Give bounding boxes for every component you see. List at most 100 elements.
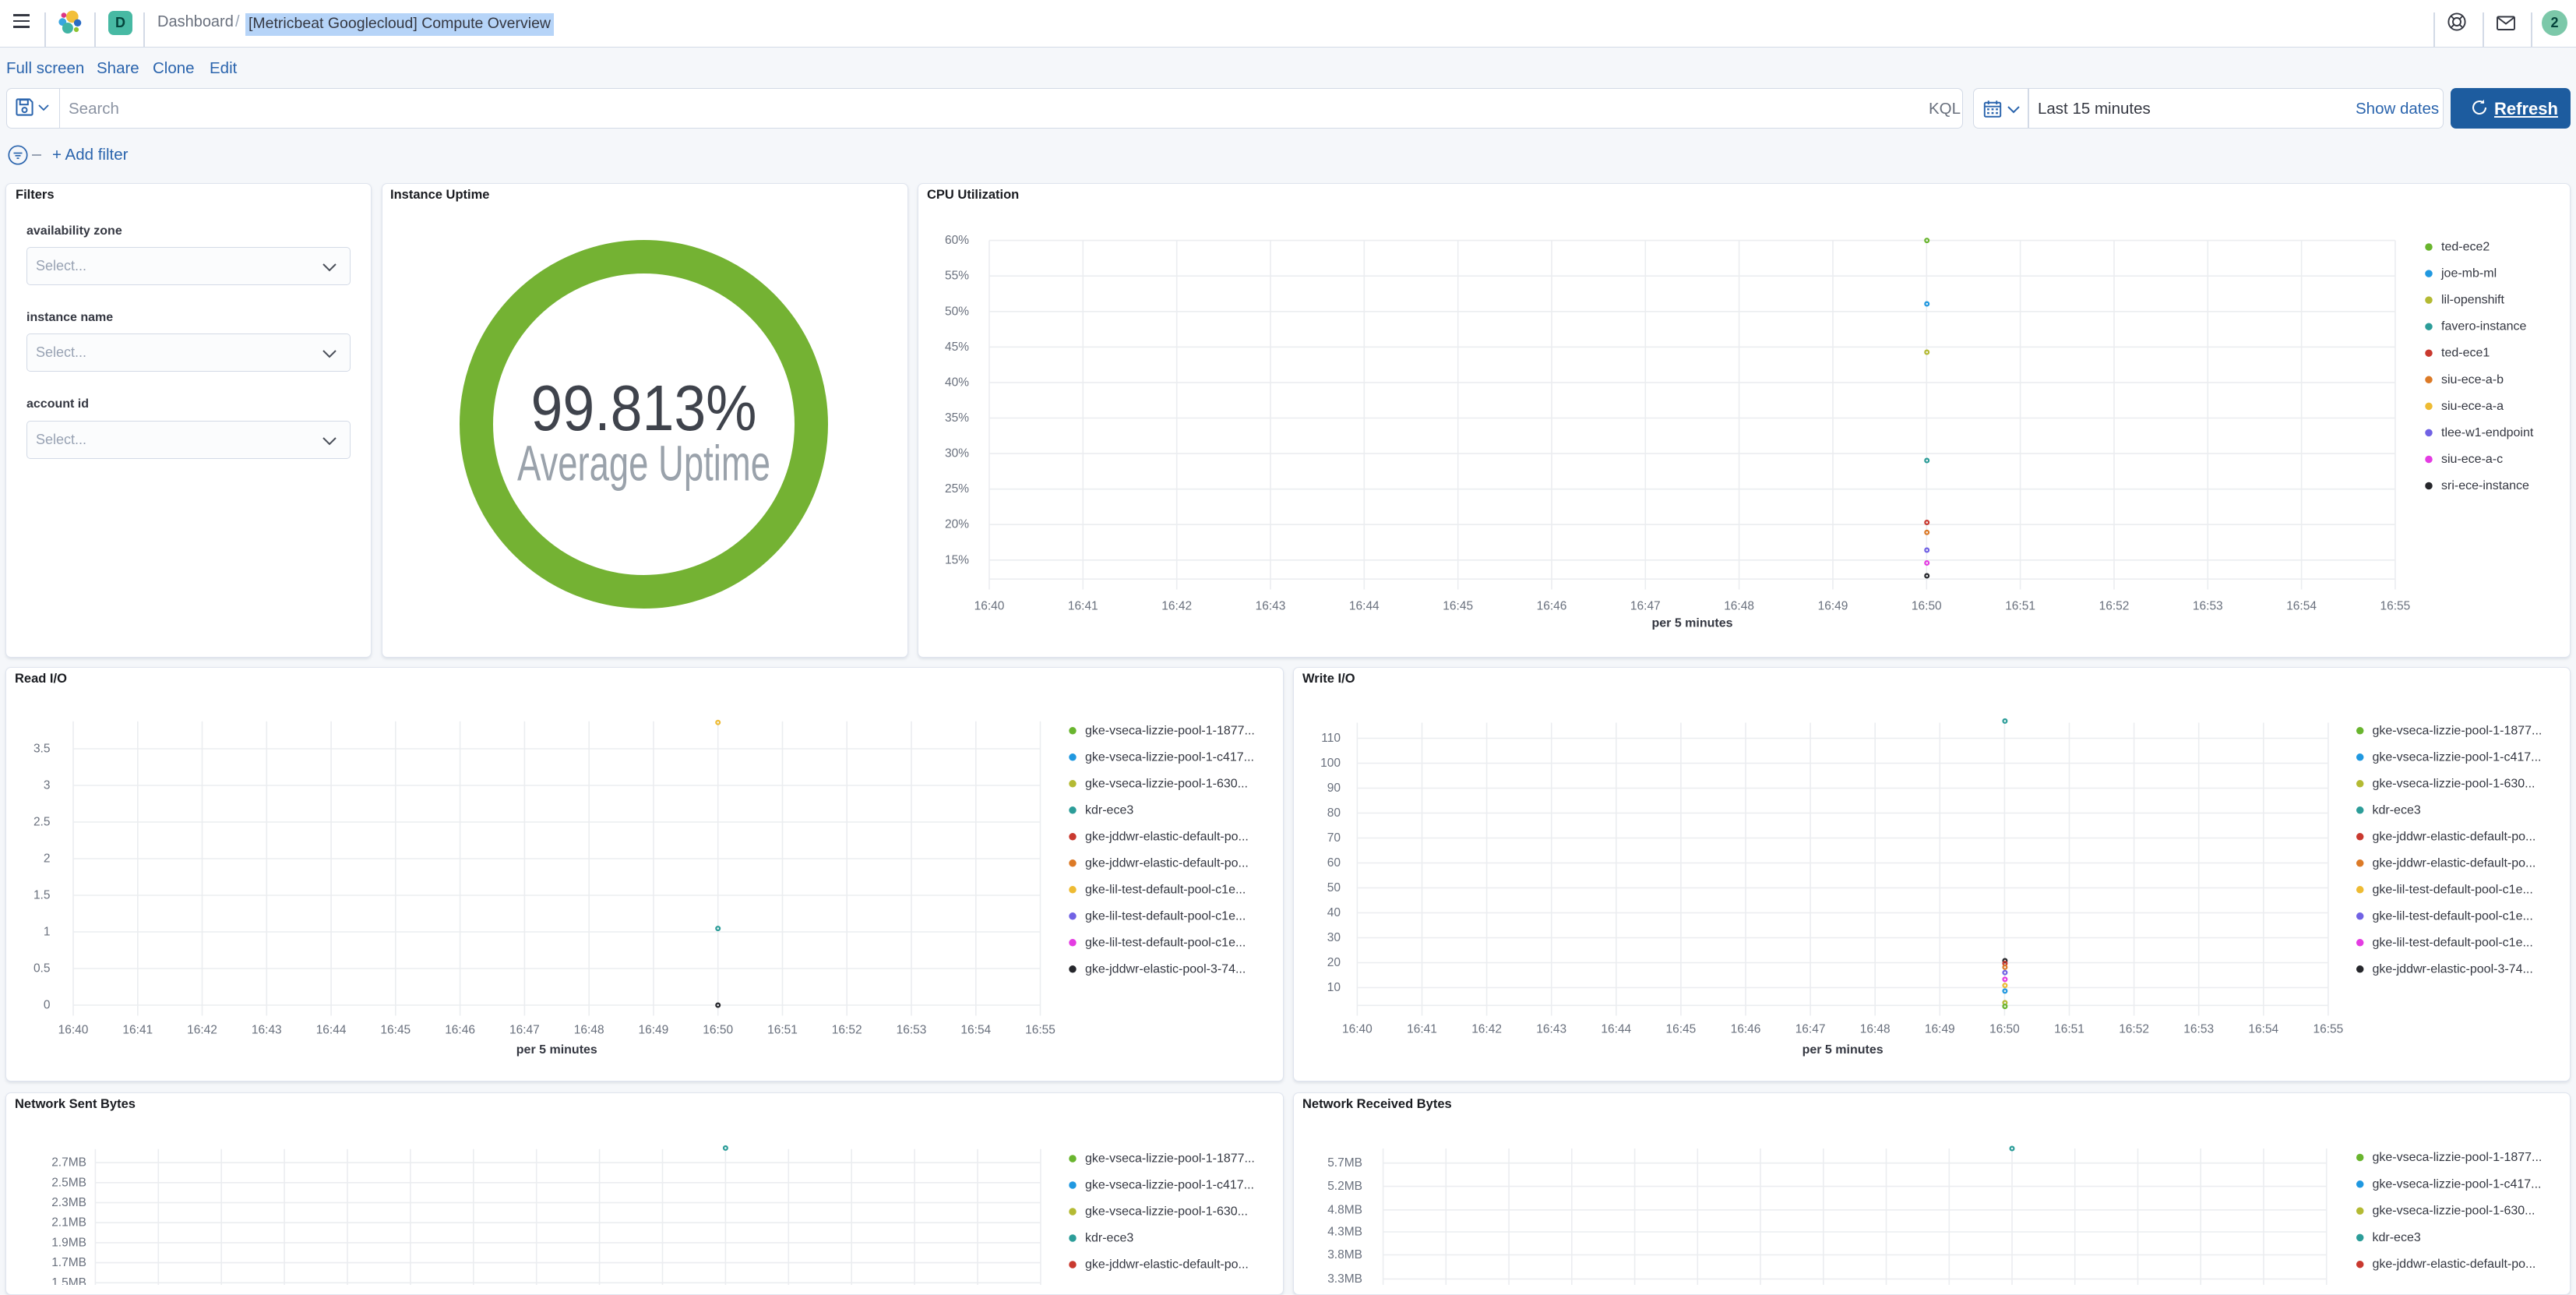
svg-text:16:48: 16:48 <box>574 1024 604 1037</box>
svg-text:100: 100 <box>1320 757 1341 770</box>
svg-text:5.7MB: 5.7MB <box>1327 1156 1362 1170</box>
svg-text:favero-instance: favero-instance <box>2441 320 2526 333</box>
svg-text:16:52: 16:52 <box>2099 600 2130 613</box>
svg-text:35%: 35% <box>945 411 969 425</box>
svg-text:16:41: 16:41 <box>1407 1023 1437 1036</box>
svg-text:kdr-ece3: kdr-ece3 <box>2373 803 2421 817</box>
svg-text:5.2MB: 5.2MB <box>1327 1180 1362 1193</box>
svg-text:80: 80 <box>1327 806 1341 820</box>
svg-text:16:40: 16:40 <box>1342 1023 1373 1036</box>
svg-text:gke-jddwr-elastic-default-po..: gke-jddwr-elastic-default-po... <box>1085 830 1249 843</box>
svg-text:16:51: 16:51 <box>2054 1023 2084 1036</box>
svg-text:2.5MB: 2.5MB <box>51 1176 86 1189</box>
svg-text:ted-ece1: ted-ece1 <box>2441 347 2490 360</box>
svg-text:16:52: 16:52 <box>2119 1023 2149 1036</box>
svg-text:2.5: 2.5 <box>33 816 51 829</box>
svg-text:110: 110 <box>1321 732 1341 745</box>
svg-text:2.1MB: 2.1MB <box>51 1216 86 1230</box>
svg-text:16:43: 16:43 <box>1256 600 1286 613</box>
svg-text:16:40: 16:40 <box>974 600 1005 613</box>
svg-text:Average Uptime: Average Uptime <box>517 436 770 492</box>
svg-text:joe-mb-ml: joe-mb-ml <box>2440 267 2497 281</box>
svg-text:0.5: 0.5 <box>33 962 51 976</box>
svg-text:2.3MB: 2.3MB <box>51 1196 86 1209</box>
svg-text:gke-jddwr-elastic-default-po..: gke-jddwr-elastic-default-po... <box>2373 1258 2536 1271</box>
svg-text:siu-ece-a-b: siu-ece-a-b <box>2441 373 2504 386</box>
svg-text:gke-jddwr-elastic-pool-3-74...: gke-jddwr-elastic-pool-3-74... <box>2373 962 2533 976</box>
svg-text:16:54: 16:54 <box>2248 1023 2278 1036</box>
svg-text:16:45: 16:45 <box>380 1024 411 1037</box>
svg-text:gke-vseca-lizzie-pool-1-c417..: gke-vseca-lizzie-pool-1-c417... <box>1085 750 1254 764</box>
svg-text:gke-vseca-lizzie-pool-1-c417..: gke-vseca-lizzie-pool-1-c417... <box>2373 750 2542 764</box>
svg-text:16:52: 16:52 <box>832 1024 862 1037</box>
svg-text:16:50: 16:50 <box>1989 1023 2020 1036</box>
svg-text:16:50: 16:50 <box>1912 600 1942 613</box>
svg-text:16:41: 16:41 <box>1068 600 1098 613</box>
svg-text:16:43: 16:43 <box>1536 1023 1566 1036</box>
svg-text:20%: 20% <box>945 518 969 531</box>
svg-text:70: 70 <box>1327 831 1341 845</box>
svg-text:16:55: 16:55 <box>2313 1023 2344 1036</box>
svg-text:per 5 minutes: per 5 minutes <box>516 1043 597 1057</box>
svg-text:gke-lil-test-default-pool-c1e.: gke-lil-test-default-pool-c1e... <box>2373 909 2533 923</box>
svg-text:gke-jddwr-elastic-default-po..: gke-jddwr-elastic-default-po... <box>1085 856 1249 870</box>
svg-text:45%: 45% <box>945 341 969 354</box>
svg-text:gke-jddwr-elastic-default-po..: gke-jddwr-elastic-default-po... <box>1085 1258 1249 1272</box>
svg-text:16:53: 16:53 <box>2183 1023 2214 1036</box>
svg-text:60%: 60% <box>945 234 969 247</box>
svg-text:16:40: 16:40 <box>58 1024 89 1037</box>
svg-text:40: 40 <box>1327 906 1341 919</box>
svg-text:16:45: 16:45 <box>1666 1023 1697 1036</box>
svg-text:16:47: 16:47 <box>1795 1023 1826 1036</box>
svg-text:16:42: 16:42 <box>1471 1023 1502 1036</box>
svg-text:16:50: 16:50 <box>703 1024 733 1037</box>
svg-text:3.8MB: 3.8MB <box>1327 1248 1362 1261</box>
svg-text:gke-lil-test-default-pool-c1e.: gke-lil-test-default-pool-c1e... <box>1085 936 1246 949</box>
svg-text:16:55: 16:55 <box>1025 1024 1055 1037</box>
svg-text:16:51: 16:51 <box>767 1024 798 1037</box>
svg-text:30: 30 <box>1327 931 1341 944</box>
svg-text:3.5: 3.5 <box>33 743 51 756</box>
svg-text:16:46: 16:46 <box>1731 1023 1761 1036</box>
svg-text:gke-vseca-lizzie-pool-1-630...: gke-vseca-lizzie-pool-1-630... <box>2373 1205 2535 1218</box>
svg-text:16:44: 16:44 <box>1349 600 1380 613</box>
svg-text:tlee-w1-endpoint: tlee-w1-endpoint <box>2441 426 2534 439</box>
svg-text:16:42: 16:42 <box>187 1024 217 1037</box>
svg-text:gke-vseca-lizzie-pool-1-1877..: gke-vseca-lizzie-pool-1-1877... <box>1085 724 1255 737</box>
svg-text:per 5 minutes: per 5 minutes <box>1651 617 1732 630</box>
svg-text:16:48: 16:48 <box>1860 1023 1891 1036</box>
svg-text:50%: 50% <box>945 305 969 318</box>
svg-text:30%: 30% <box>945 447 969 460</box>
svg-text:gke-vseca-lizzie-pool-1-c417..: gke-vseca-lizzie-pool-1-c417... <box>2373 1177 2542 1191</box>
svg-text:3.3MB: 3.3MB <box>1327 1272 1362 1285</box>
svg-text:16:51: 16:51 <box>2005 600 2035 613</box>
svg-text:10: 10 <box>1327 981 1341 994</box>
svg-text:1.5MB: 1.5MB <box>51 1276 86 1285</box>
svg-text:gke-vseca-lizzie-pool-1-1877..: gke-vseca-lizzie-pool-1-1877... <box>2373 1151 2543 1164</box>
svg-text:16:43: 16:43 <box>252 1024 282 1037</box>
svg-text:sri-ece-instance: sri-ece-instance <box>2441 479 2529 492</box>
svg-text:siu-ece-a-a: siu-ece-a-a <box>2441 400 2504 413</box>
svg-text:per 5 minutes: per 5 minutes <box>1802 1043 1884 1057</box>
svg-text:1: 1 <box>44 926 51 939</box>
svg-text:16:48: 16:48 <box>1724 600 1754 613</box>
svg-text:16:44: 16:44 <box>316 1024 347 1037</box>
svg-text:16:47: 16:47 <box>509 1024 540 1037</box>
svg-text:60: 60 <box>1327 856 1341 870</box>
svg-text:15%: 15% <box>945 553 969 566</box>
svg-text:16:54: 16:54 <box>2286 600 2317 613</box>
svg-text:16:44: 16:44 <box>1601 1023 1631 1036</box>
svg-text:55%: 55% <box>945 270 969 283</box>
svg-text:kdr-ece3: kdr-ece3 <box>1085 1232 1133 1245</box>
svg-text:4.8MB: 4.8MB <box>1327 1203 1362 1216</box>
svg-text:20: 20 <box>1327 956 1341 969</box>
svg-text:lil-openshift: lil-openshift <box>2441 294 2504 307</box>
svg-text:gke-vseca-lizzie-pool-1-1877..: gke-vseca-lizzie-pool-1-1877... <box>2373 724 2543 737</box>
svg-text:90: 90 <box>1327 782 1341 795</box>
svg-text:1.5: 1.5 <box>33 889 51 902</box>
svg-text:16:42: 16:42 <box>1161 600 1192 613</box>
svg-text:1.9MB: 1.9MB <box>51 1236 86 1249</box>
svg-text:16:47: 16:47 <box>1630 600 1661 613</box>
svg-text:4.3MB: 4.3MB <box>1327 1226 1362 1239</box>
svg-text:16:41: 16:41 <box>122 1024 153 1037</box>
